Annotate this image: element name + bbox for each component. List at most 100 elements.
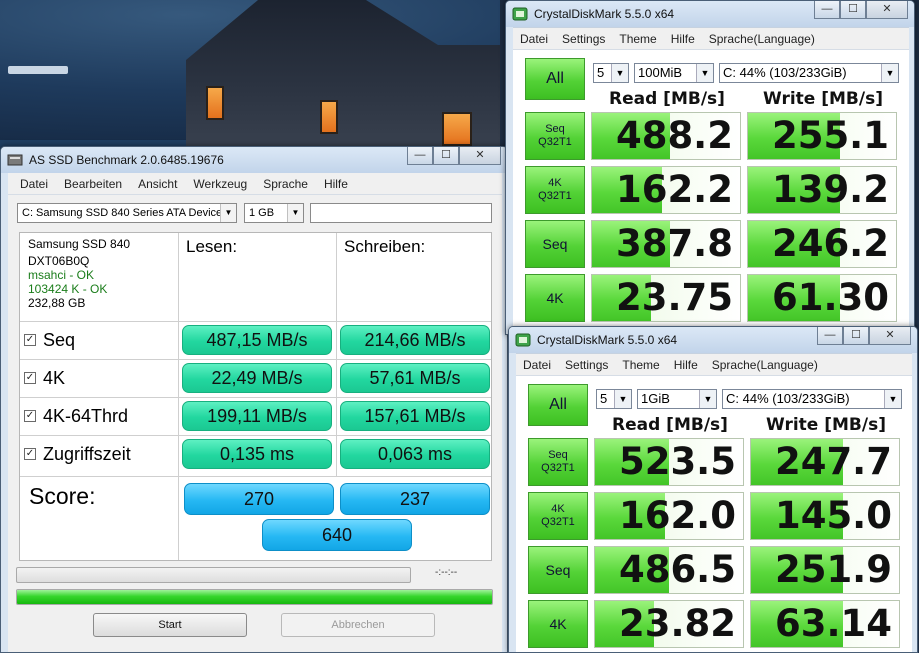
label-line-1: 4K (546, 289, 564, 306)
seq-read-value: 487,15 MB/s (182, 325, 332, 355)
seq-write: 246.2 (747, 220, 897, 268)
value-text: 486.5 (618, 548, 736, 591)
4k-64thrd-checkbox[interactable]: ✓ (24, 410, 36, 422)
value-text: 523.5 (618, 440, 736, 483)
menu-sprache[interactable]: Sprache(Language) (702, 32, 822, 46)
start-button[interactable]: Start (93, 613, 247, 637)
menu-sprache[interactable]: Sprache(Language) (705, 358, 825, 372)
seq-checkbox[interactable]: ✓ (24, 334, 36, 346)
menu-theme[interactable]: Theme (615, 358, 666, 372)
menu-sprache[interactable]: Sprache (255, 177, 316, 191)
crystaldiskmark-app-icon (512, 6, 528, 22)
read-header: Read [MB/s] (612, 415, 728, 435)
value-text: 246.2 (771, 222, 889, 265)
access-time-checkbox[interactable]: ✓ (24, 448, 36, 460)
label-line-2: Q32T1 (538, 136, 572, 148)
4k-write: 63.14 (750, 600, 900, 648)
as-ssd-window: AS SSD Benchmark 2.0.6485.19676 — ☐ ✕ Da… (0, 146, 508, 653)
cdm1-titlebar[interactable]: CrystalDiskMark 5.5.0 x64 — ☐ ✕ (506, 1, 914, 27)
menu-settings[interactable]: Settings (555, 32, 612, 46)
menu-bearbeiten[interactable]: Bearbeiten (56, 177, 130, 191)
drive-select-value: C: 44% (103/233GiB) (723, 65, 847, 80)
cdm1-menubar: Datei Settings Theme Hilfe Sprache(Langu… (513, 28, 909, 50)
row-label-4k: 4K (43, 367, 66, 388)
grid-divider (20, 359, 491, 360)
value-text: 488.2 (615, 114, 733, 157)
count-select[interactable]: 5 ▼ (593, 63, 629, 83)
abort-button[interactable]: Abbrechen (281, 613, 435, 637)
size-select[interactable]: 100MiB ▼ (634, 63, 714, 83)
menu-werkzeug[interactable]: Werkzeug (185, 177, 255, 191)
menu-ansicht[interactable]: Ansicht (130, 177, 185, 191)
wallpaper-lit-window (320, 100, 338, 134)
value-text: 63.14 (774, 602, 892, 645)
menu-hilfe[interactable]: Hilfe (667, 358, 705, 372)
minimize-icon[interactable]: — (407, 147, 433, 165)
maximize-icon[interactable]: ☐ (840, 1, 866, 19)
score-label: Score: (29, 483, 96, 509)
menu-theme[interactable]: Theme (612, 32, 663, 46)
value-text: 23.75 (615, 276, 733, 319)
seq-q32t1-button[interactable]: Seq Q32T1 (528, 438, 588, 486)
close-icon[interactable]: ✕ (459, 147, 501, 165)
row-seq: ✓ Seq (24, 325, 75, 355)
cdm2-titlebar[interactable]: CrystalDiskMark 5.5.0 x64 — ☐ ✕ (509, 327, 917, 353)
row-label-access-time: Zugriffszeit (43, 443, 131, 464)
progress-bar-bottom (16, 589, 493, 605)
progress-bar-bottom-fill (17, 590, 492, 604)
blank-field[interactable] (310, 203, 492, 223)
seq-button[interactable]: Seq (525, 220, 585, 268)
grid-divider (20, 476, 491, 477)
drive-select[interactable]: C: Samsung SSD 840 Series ATA Device ▼ (17, 203, 237, 223)
chevron-down-icon: ▼ (696, 64, 713, 82)
4k-button[interactable]: 4K (528, 600, 588, 648)
minimize-icon[interactable]: — (817, 327, 843, 345)
4k-write: 61.30 (747, 274, 897, 322)
crystaldiskmark-window-2: CrystalDiskMark 5.5.0 x64 — ☐ ✕ Datei Se… (508, 326, 918, 653)
4k-button[interactable]: 4K (525, 274, 585, 322)
maximize-icon[interactable]: ☐ (433, 147, 459, 165)
all-button[interactable]: All (528, 384, 588, 426)
count-select-value: 5 (597, 65, 605, 80)
minimize-icon[interactable]: — (814, 1, 840, 19)
wallpaper-ship (8, 66, 68, 74)
menu-datei[interactable]: Datei (12, 177, 56, 191)
access-time-read-value: 0,135 ms (182, 439, 332, 469)
seq-button[interactable]: Seq (528, 546, 588, 594)
menu-datei[interactable]: Datei (513, 32, 555, 46)
4k-q32t1-button[interactable]: 4K Q32T1 (525, 166, 585, 214)
seq-q32t1-read: 488.2 (591, 112, 741, 160)
menu-hilfe[interactable]: Hilfe (316, 177, 356, 191)
seq-q32t1-write: 255.1 (747, 112, 897, 160)
drive-select[interactable]: C: 44% (103/233GiB) ▼ (722, 389, 902, 409)
cdm2-window-controls: — ☐ ✕ (817, 327, 911, 345)
as-ssd-titlebar[interactable]: AS SSD Benchmark 2.0.6485.19676 — ☐ ✕ (1, 147, 507, 173)
label-line-1: 4K (548, 177, 562, 189)
menu-hilfe[interactable]: Hilfe (664, 32, 702, 46)
all-button[interactable]: All (525, 58, 585, 100)
value-text: 387.8 (615, 222, 733, 265)
row-4k: ✓ 4K (24, 363, 65, 393)
size-select[interactable]: 1GiB ▼ (637, 389, 717, 409)
device-name: Samsung SSD 840 (28, 237, 131, 251)
grid-divider (20, 397, 491, 398)
crystaldiskmark-window-1: CrystalDiskMark 5.5.0 x64 — ☐ ✕ Datei Se… (505, 0, 915, 335)
close-icon[interactable]: ✕ (866, 1, 908, 19)
device-capacity: 232,88 GB (28, 296, 86, 310)
maximize-icon[interactable]: ☐ (843, 327, 869, 345)
menu-settings[interactable]: Settings (558, 358, 615, 372)
menu-datei[interactable]: Datei (516, 358, 558, 372)
4k-read: 23.75 (591, 274, 741, 322)
seq-q32t1-read: 523.5 (594, 438, 744, 486)
cdm1-client: Datei Settings Theme Hilfe Sprache(Langu… (513, 27, 909, 334)
value-text: 162.2 (615, 168, 733, 211)
size-select-value: 100MiB (638, 65, 683, 80)
value-text: 255.1 (771, 114, 889, 157)
4k-q32t1-button[interactable]: 4K Q32T1 (528, 492, 588, 540)
close-icon[interactable]: ✕ (869, 327, 911, 345)
4k-checkbox[interactable]: ✓ (24, 372, 36, 384)
size-select[interactable]: 1 GB ▼ (244, 203, 304, 223)
count-select[interactable]: 5 ▼ (596, 389, 632, 409)
seq-q32t1-button[interactable]: Seq Q32T1 (525, 112, 585, 160)
drive-select[interactable]: C: 44% (103/233GiB) ▼ (719, 63, 899, 83)
